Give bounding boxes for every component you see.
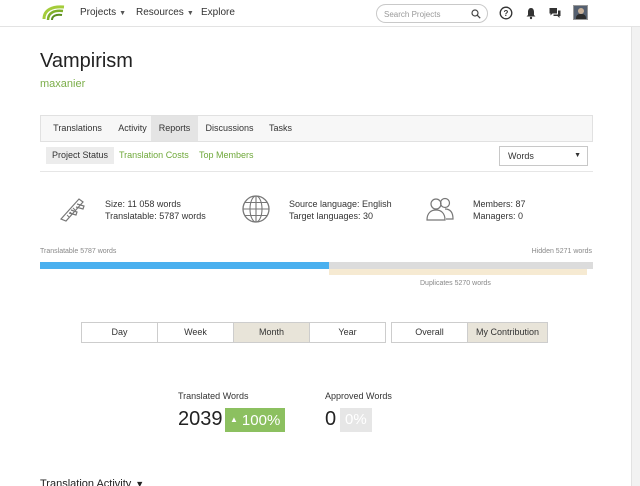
scope-my-contribution-button[interactable]: My Contribution — [467, 322, 548, 343]
chevron-down-icon: ▼ — [135, 479, 145, 486]
duplicates-label: Duplicates 5270 words — [420, 280, 491, 287]
globe-icon — [242, 195, 270, 223]
stat-languages: Source language: English Target language… — [289, 198, 392, 222]
source-language-text: Source language: English — [289, 199, 392, 209]
messages-icon[interactable] — [548, 6, 562, 20]
nav-explore[interactable]: Explore — [201, 7, 235, 18]
tab-discussions[interactable]: Discussions — [198, 116, 261, 141]
crowdin-logo[interactable] — [40, 3, 66, 23]
search-box[interactable] — [376, 4, 488, 23]
subtab-translation-costs[interactable]: Translation Costs — [119, 147, 189, 164]
tab-translations[interactable]: Translations — [41, 116, 114, 141]
duplicates-bar — [329, 269, 587, 275]
search-input[interactable] — [384, 8, 470, 20]
translatable-label: Translatable 5787 words — [40, 248, 117, 255]
translated-percent-badge: ▲ 100% — [225, 408, 286, 432]
stat-size: Size: 11 058 words Translatable: 5787 wo… — [105, 198, 206, 222]
help-icon[interactable]: ? — [499, 6, 513, 20]
chevron-down-icon: ▼ — [186, 10, 194, 17]
project-tabs: Translations Activity Reports Discussion… — [40, 115, 593, 142]
search-icon[interactable] — [471, 9, 481, 19]
period-year-button[interactable]: Year — [309, 322, 386, 343]
translated-words-value: 2039 — [178, 408, 223, 430]
stat-members: Members: 87 Managers: 0 — [473, 198, 526, 222]
scope-overall-button[interactable]: Overall — [391, 322, 468, 343]
translation-activity-heading[interactable]: Translation Activity ▼ — [40, 478, 144, 486]
caliper-icon — [59, 198, 85, 222]
managers-text: Managers: 0 — [473, 211, 524, 221]
approved-words-value: 0 — [325, 408, 337, 430]
avatar-body — [576, 14, 586, 19]
translated-words-label: Translated Words — [178, 391, 249, 401]
nav-resources[interactable]: Resources ▼ — [136, 7, 194, 18]
units-select[interactable]: Words ▼ — [499, 146, 588, 166]
user-avatar[interactable] — [573, 5, 588, 20]
chevron-down-icon: ▼ — [119, 10, 127, 17]
caret-down-icon: ▼ — [574, 152, 581, 159]
tab-tasks[interactable]: Tasks — [261, 116, 300, 141]
subtab-project-status[interactable]: Project Status — [46, 147, 115, 164]
target-languages-text: Target languages: 30 — [289, 211, 374, 221]
nav-projects[interactable]: Projects ▼ — [80, 7, 126, 18]
members-icon — [426, 197, 454, 221]
period-month-button[interactable]: Month — [233, 322, 310, 343]
page-scrollbar[interactable] — [631, 27, 640, 486]
size-text: Size: 11 058 words — [105, 199, 181, 209]
translatable-fill — [40, 262, 329, 269]
words-progress-bar — [40, 262, 593, 269]
tab-activity[interactable]: Activity — [114, 116, 151, 141]
subtab-top-members[interactable]: Top Members — [199, 147, 254, 164]
hidden-label: Hidden 5271 words — [531, 248, 592, 255]
top-navbar: Projects▼ Resources▼ Explore ? — [0, 0, 640, 27]
translatable-text: Translatable: 5787 words — [105, 211, 206, 221]
members-text: Members: 87 — [473, 199, 526, 209]
arrow-up-icon: ▲ — [230, 415, 238, 424]
translated-percent-text: 100% — [241, 412, 281, 429]
units-select-value: Words — [508, 151, 534, 161]
project-owner-link[interactable]: maxanier — [40, 78, 85, 90]
activity-heading-text: Translation Activity — [40, 478, 132, 486]
period-week-button[interactable]: Week — [157, 322, 234, 343]
project-title: Vampirism — [40, 50, 133, 72]
period-day-button[interactable]: Day — [81, 322, 158, 343]
approved-percent-badge: 0% — [340, 408, 372, 432]
tab-reports[interactable]: Reports — [151, 116, 198, 141]
divider — [40, 171, 593, 172]
approved-words-label: Approved Words — [325, 391, 392, 401]
svg-text:?: ? — [504, 9, 509, 18]
bell-icon[interactable] — [524, 6, 538, 20]
